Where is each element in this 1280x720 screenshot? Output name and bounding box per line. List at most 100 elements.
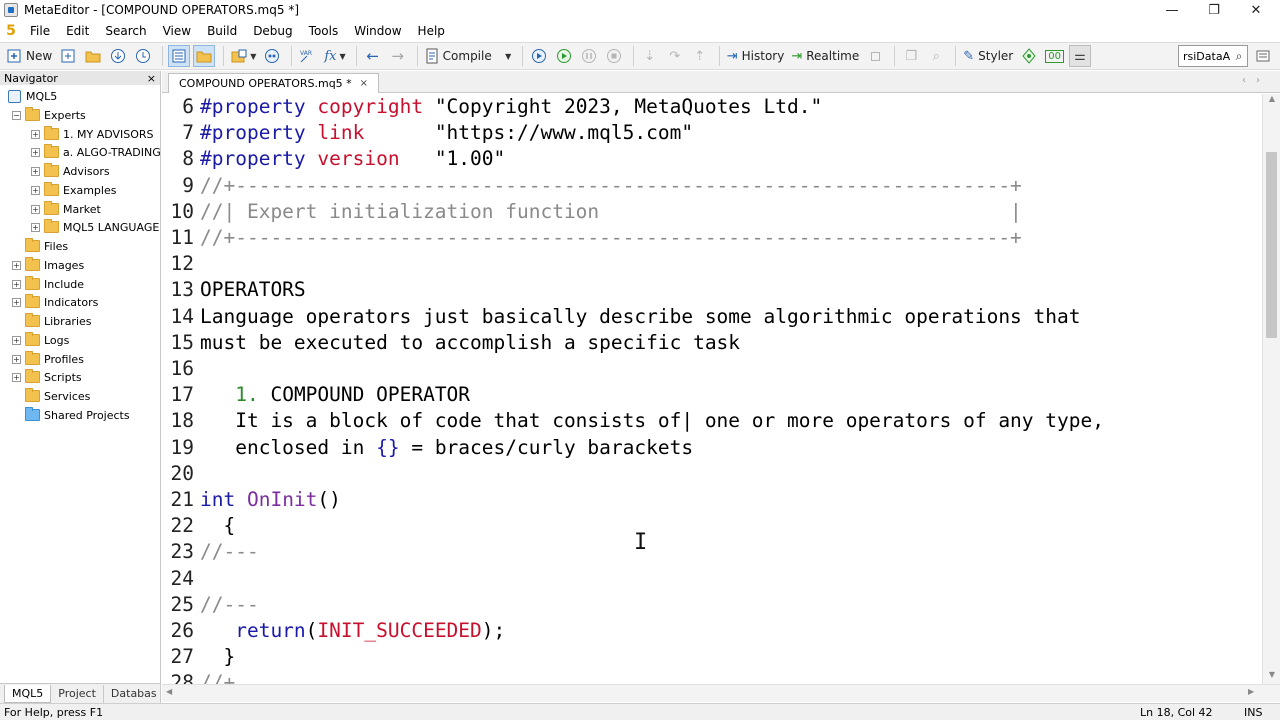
tree-item[interactable]: + Indicators	[12, 293, 98, 311]
code-line[interactable]: 19 enclosed in {} = braces/curly baracke…	[162, 435, 1262, 461]
code-line[interactable]: 12	[162, 251, 1262, 277]
tab-mql5[interactable]: MQL5	[4, 684, 52, 703]
code-line[interactable]: 21 int OnInit()	[162, 487, 1262, 513]
code-line[interactable]: 14 Language operators just basically desc…	[162, 304, 1262, 330]
tab-database[interactable]: Databas	[104, 685, 164, 703]
code-line[interactable]: 10 //| Expert initialization function |	[162, 199, 1262, 225]
compile-dropdown-button[interactable]: ▼	[500, 45, 514, 67]
code-line[interactable]: 24	[162, 566, 1262, 592]
expand-icon[interactable]: +	[12, 297, 21, 307]
menu-debug[interactable]: Debug	[245, 24, 300, 38]
start-debug-history-button[interactable]	[553, 45, 575, 67]
expand-icon[interactable]: +	[12, 335, 21, 345]
code-line[interactable]: 20	[162, 461, 1262, 487]
tree-item[interactable]: Services	[12, 387, 90, 405]
collapse-icon[interactable]: −	[12, 110, 21, 120]
expand-icon[interactable]: +	[31, 222, 40, 232]
tab-project[interactable]: Project	[51, 684, 104, 703]
back-button[interactable]: ←	[362, 45, 384, 67]
code-line[interactable]: 27 }	[162, 644, 1262, 670]
menu-window[interactable]: Window	[346, 24, 409, 38]
vertical-scrollbar[interactable]: ▲ ▼	[1262, 94, 1280, 684]
expand-icon[interactable]: +	[12, 354, 21, 364]
search-more-button[interactable]	[1252, 45, 1274, 67]
code-line[interactable]: 18 It is a block of code that consists o…	[162, 408, 1262, 434]
tab-close-icon[interactable]: ×	[360, 78, 368, 89]
navigator-toggle-button[interactable]	[168, 45, 191, 67]
refresh-button[interactable]	[132, 45, 154, 67]
copy-button[interactable]: ❐	[900, 45, 922, 67]
restore-button[interactable]: ❐	[1194, 0, 1234, 20]
code-line[interactable]: 9 //+------------------------------------…	[162, 173, 1262, 199]
tree-item[interactable]: + Advisors	[31, 162, 110, 180]
expand-icon[interactable]: +	[31, 166, 40, 176]
tree-item[interactable]: +1. MY ADVISORS	[31, 125, 154, 143]
functions-button[interactable]: fx ▼	[322, 45, 347, 67]
minimize-button[interactable]: —	[1152, 0, 1192, 20]
market-button[interactable]	[261, 45, 283, 67]
settings-button[interactable]: ⚌	[1068, 45, 1091, 67]
horizontal-scrollbar[interactable]: ◀ ▶	[162, 684, 1280, 702]
stop-button[interactable]	[603, 45, 625, 67]
scroll-right-icon[interactable]: ▶	[1248, 687, 1254, 696]
code-line[interactable]: 6 #property copyright "Copyright 2023, Me…	[162, 94, 1262, 120]
tools-dropdown-button[interactable]: ▼	[229, 45, 258, 67]
infinity-button[interactable]: 00	[1043, 45, 1066, 67]
search-input[interactable]: rsiDataA ⌕	[1178, 45, 1248, 67]
menu-file[interactable]: File	[22, 24, 58, 38]
navigator-close-icon[interactable]: ×	[147, 72, 156, 85]
code-line[interactable]: 23 //---	[162, 539, 1262, 565]
step-out-button[interactable]: ⇡	[689, 45, 711, 67]
scroll-left-icon[interactable]: ◀	[166, 687, 172, 696]
scrollbar-thumb[interactable]	[1266, 152, 1277, 338]
tab-scroll-arrows[interactable]: ‹›	[1242, 75, 1270, 86]
expand-icon[interactable]: +	[31, 129, 40, 139]
open-button[interactable]	[82, 45, 104, 67]
expand-icon[interactable]: +	[12, 279, 21, 289]
menu-build[interactable]: Build	[199, 24, 245, 38]
expand-icon[interactable]: +	[12, 372, 21, 382]
code-line[interactable]: 26 return(INIT_SUCCEEDED);	[162, 618, 1262, 644]
pause-button[interactable]	[578, 45, 600, 67]
search-icon[interactable]: ⌕	[1231, 49, 1247, 64]
tree-item[interactable]: + MQL5 LANGUAGE	[31, 218, 159, 236]
tree-item[interactable]: Shared Projects	[12, 406, 130, 424]
tree-item[interactable]: − Experts	[12, 106, 86, 124]
download-button[interactable]	[107, 45, 129, 67]
step-into-button[interactable]: ⇣	[639, 45, 661, 67]
menu-edit[interactable]: Edit	[58, 24, 97, 38]
new-tab-button[interactable]	[57, 45, 79, 67]
code-line[interactable]: 22 {	[162, 513, 1262, 539]
tree-item[interactable]: + Scripts	[12, 368, 82, 386]
stop-profiling-button[interactable]	[864, 45, 886, 67]
history-button[interactable]: ⇥ History	[725, 45, 787, 67]
code-line[interactable]: 11 //+-----------------------------------…	[162, 225, 1262, 251]
tree-item[interactable]: + Market	[31, 200, 101, 218]
step-over-button[interactable]: ↷	[664, 45, 686, 67]
tree-item[interactable]: Libraries	[12, 312, 92, 330]
code-line[interactable]: 28 //+	[162, 670, 1262, 684]
variables-button[interactable]: VAR	[297, 45, 319, 67]
scroll-up-icon[interactable]: ▲	[1263, 94, 1280, 108]
expand-icon[interactable]: +	[12, 260, 21, 270]
realtime-button[interactable]: ⇥ Realtime	[789, 45, 861, 67]
code-line[interactable]: 15 must be executed to accomplish a speci…	[162, 330, 1262, 356]
code-editor[interactable]: 6 #property copyright "Copyright 2023, Me…	[162, 94, 1262, 684]
code-line[interactable]: 25 //---	[162, 592, 1262, 618]
tree-root-mql5[interactable]: MQL5	[8, 87, 57, 105]
close-window-button[interactable]: ✕	[1236, 0, 1276, 20]
code-line[interactable]: 16	[162, 356, 1262, 382]
tree-item[interactable]: + Include	[12, 275, 84, 293]
start-debug-real-button[interactable]	[528, 45, 550, 67]
tree-item[interactable]: + Profiles	[12, 350, 84, 368]
menu-search[interactable]: Search	[97, 24, 154, 38]
tree-item[interactable]: + Logs	[12, 331, 69, 349]
expand-icon[interactable]: +	[31, 204, 40, 214]
tree-item[interactable]: + Images	[12, 256, 84, 274]
toolbox-toggle-button[interactable]	[193, 45, 216, 67]
expand-icon[interactable]: +	[31, 147, 40, 157]
new-button[interactable]: New	[4, 45, 54, 67]
menu-view[interactable]: View	[155, 24, 199, 38]
tree-item[interactable]: Files	[12, 237, 68, 255]
expand-icon[interactable]: +	[31, 185, 40, 195]
